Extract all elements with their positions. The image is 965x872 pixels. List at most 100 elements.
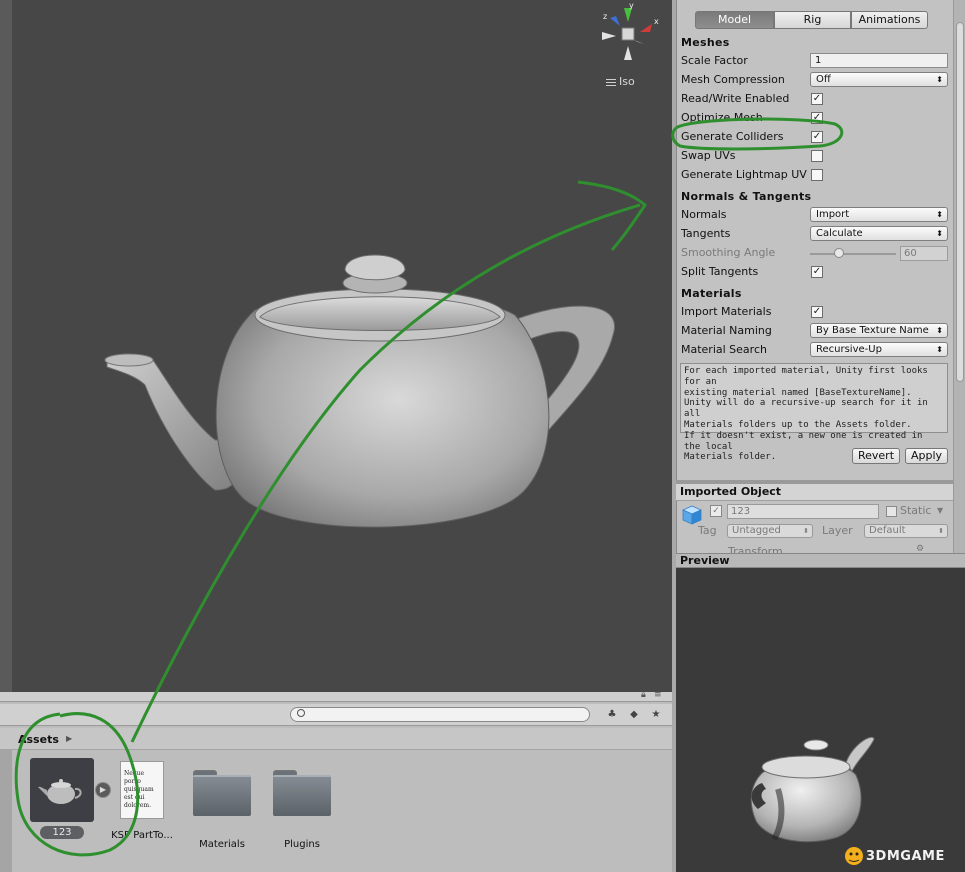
gizmo-neg-z-cone[interactable] <box>634 40 644 44</box>
swap-uvs-checkbox[interactable] <box>811 150 823 162</box>
help-line: Materials folders up to the Assets folde… <box>684 419 912 430</box>
smoothing-angle-slider-track[interactable] <box>810 253 896 255</box>
asset-item-model[interactable]: ▶ 123 <box>17 758 111 839</box>
gizmo-z-label: z <box>603 12 607 21</box>
asset-label: 123 <box>40 826 84 839</box>
lightmap-uv-label: Generate Lightmap UV <box>681 168 807 181</box>
import-settings-tabs: Model Rig Animations <box>695 11 928 29</box>
lightmap-uv-checkbox[interactable] <box>811 169 823 181</box>
project-panel: 🔒︎ ≡ ♣ ◆ ★ Assets ▶ ▶ 123 Neque porro qu… <box>0 690 672 872</box>
dropdown-caret-icon: ⬍ <box>936 326 943 335</box>
preview-header[interactable]: Preview <box>676 553 965 568</box>
document-page-icon: Neque porro quisquam est qui dolorem. <box>120 761 164 819</box>
gameobject-active-checkbox[interactable]: ✓ <box>710 505 722 517</box>
asset-label: Materials <box>199 839 245 850</box>
gameobject-cube-icon <box>682 505 702 525</box>
generate-colliders-checkbox[interactable]: ✓ <box>811 131 823 143</box>
help-line: Unity will do a recursive-up search for … <box>684 398 928 420</box>
normals-label: Normals <box>681 208 727 221</box>
project-panel-header: 🔒︎ ≡ <box>0 690 672 702</box>
layer-value: Default <box>869 525 906 536</box>
tag-value: Untagged <box>732 525 781 536</box>
material-naming-dropdown[interactable]: By Base Texture Name ⬍ <box>810 323 948 338</box>
lock-icon[interactable]: 🔒︎ <box>641 690 646 700</box>
normals-value: Import <box>816 209 850 220</box>
component-settings-gear-icon[interactable]: ⚙ <box>916 544 924 553</box>
project-left-strip <box>0 750 12 872</box>
imported-object-header: Imported Object <box>676 484 953 501</box>
smoothing-angle-field[interactable]: 60 <box>900 246 948 261</box>
asset-item-folder-plugins[interactable]: Plugins <box>257 758 347 851</box>
apply-button[interactable]: Apply <box>905 448 948 464</box>
split-tangents-checkbox[interactable]: ✓ <box>811 266 823 278</box>
optimize-mesh-checkbox[interactable]: ✓ <box>811 112 823 124</box>
tag-dropdown[interactable]: Untagged ⬍ <box>727 524 813 538</box>
gameobject-name-field[interactable]: 123 <box>727 504 879 519</box>
asset-item-document[interactable]: Neque porro quisquam est qui dolorem. KS… <box>97 758 187 842</box>
read-write-checkbox[interactable]: ✓ <box>811 93 823 105</box>
layer-label: Layer <box>822 524 853 537</box>
orientation-gizmo[interactable]: y z x <box>596 2 660 66</box>
projection-toggle[interactable]: Iso <box>606 75 635 88</box>
preview-teapot-model[interactable] <box>748 735 878 845</box>
split-tangents-label: Split Tangents <box>681 265 759 278</box>
folder-icon <box>193 770 251 816</box>
mesh-compression-label: Mesh Compression <box>681 73 785 86</box>
transform-component-header[interactable]: Transform ⚙ <box>676 543 953 553</box>
layer-dropdown[interactable]: Default ⬍ <box>864 524 948 538</box>
mesh-compression-dropdown[interactable]: Off ⬍ <box>810 72 948 87</box>
tab-rig[interactable]: Rig <box>774 11 851 29</box>
asset-label: KSP PartTo... <box>111 830 173 841</box>
folder-icon <box>273 770 331 816</box>
document-thumb-text: Neque porro quisquam est qui dolorem. <box>124 770 154 809</box>
preview-title: Preview <box>680 554 730 567</box>
import-materials-checkbox[interactable]: ✓ <box>811 306 823 318</box>
scene-view[interactable]: y z x Iso <box>0 0 672 692</box>
panel-menu-icon[interactable]: ≡ <box>654 690 662 700</box>
transform-label: Transform <box>728 545 783 553</box>
tab-model[interactable]: Model <box>695 11 774 29</box>
dropdown-caret-icon: ⬍ <box>936 210 943 219</box>
search-icon <box>297 709 305 717</box>
gizmo-neg-x-cone[interactable] <box>602 32 616 40</box>
material-help-box: For each imported material, Unity first … <box>680 363 948 462</box>
static-checkbox[interactable] <box>886 506 897 517</box>
gizmo-y-cone[interactable] <box>624 8 632 22</box>
filter-by-label-icon[interactable]: ◆ <box>626 708 642 722</box>
filter-by-type-icon[interactable]: ♣ <box>604 708 620 722</box>
tab-animations[interactable]: Animations <box>851 11 928 29</box>
dropdown-caret-icon: ⬍ <box>936 345 943 354</box>
scale-factor-field[interactable]: 1 <box>810 53 948 68</box>
favorites-star-icon[interactable]: ★ <box>648 708 664 722</box>
project-toolbar: ♣ ◆ ★ <box>0 704 672 726</box>
gizmo-center-cube[interactable] <box>621 27 635 41</box>
teapot-thumbnail-icon <box>38 779 82 804</box>
asset-label: Plugins <box>284 839 320 850</box>
help-line: existing material named [BaseTextureName… <box>684 387 912 398</box>
tangents-dropdown[interactable]: Calculate ⬍ <box>810 226 948 241</box>
revert-button[interactable]: Revert <box>852 448 900 464</box>
watermark-text: 3DMGAME <box>866 849 945 864</box>
import-materials-label: Import Materials <box>681 305 772 318</box>
scrollbar-thumb[interactable] <box>956 22 964 382</box>
asset-item-folder-materials[interactable]: Materials <box>177 758 267 851</box>
gizmo-z-cone[interactable] <box>610 16 620 26</box>
search-input[interactable] <box>290 707 590 722</box>
inspector-scrollbar[interactable] <box>953 0 965 553</box>
dropdown-caret-icon: ⬍ <box>936 75 943 84</box>
gizmo-neg-y-cone[interactable] <box>624 46 632 60</box>
gizmo-x-cone[interactable] <box>640 24 652 32</box>
material-search-dropdown[interactable]: Recursive-Up ⬍ <box>810 342 948 357</box>
gizmo-x-label: x <box>654 17 659 26</box>
breadcrumb: Assets ▶ <box>0 728 672 750</box>
smoothing-angle-slider-knob[interactable] <box>834 248 844 258</box>
tangents-label: Tangents <box>681 227 731 240</box>
swap-uvs-label: Swap UVs <box>681 149 736 162</box>
document-thumbnail: Neque porro quisquam est qui dolorem. <box>110 761 174 825</box>
teapot-model[interactable] <box>95 235 625 545</box>
breadcrumb-assets[interactable]: Assets <box>18 733 59 746</box>
projection-label: Iso <box>619 75 635 88</box>
material-naming-value: By Base Texture Name <box>816 325 929 336</box>
static-dropdown-caret-icon[interactable]: ▼ <box>937 506 943 515</box>
normals-dropdown[interactable]: Import ⬍ <box>810 207 948 222</box>
